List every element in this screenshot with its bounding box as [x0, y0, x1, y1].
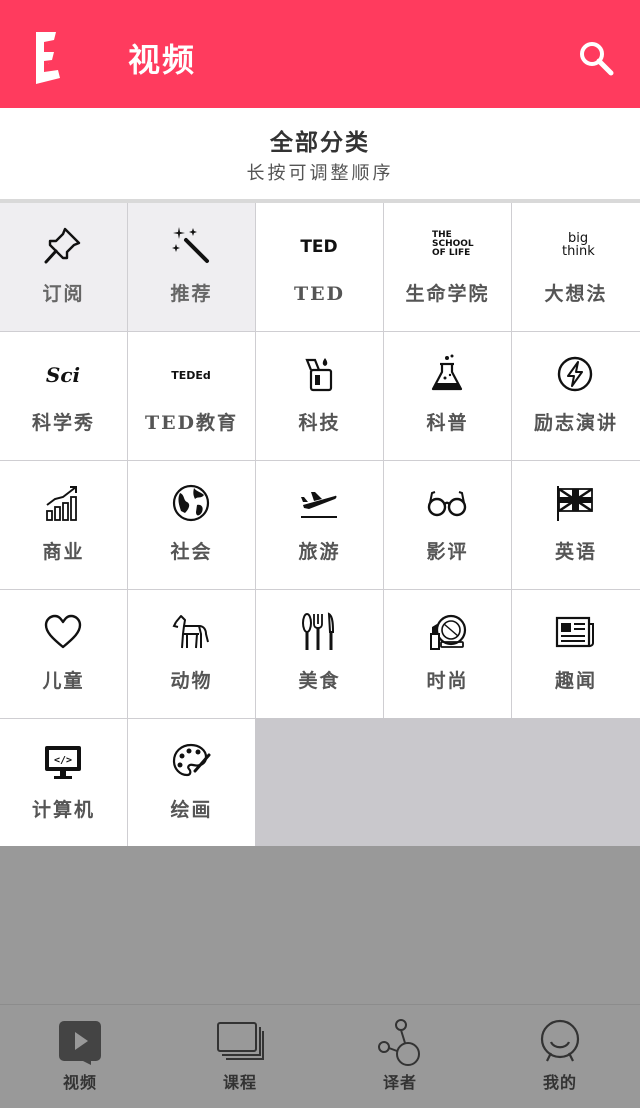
- translator-network-icon: [375, 1017, 425, 1067]
- category-label: 科学秀: [31, 412, 95, 434]
- lighter-icon: [299, 354, 339, 394]
- category-painting[interactable]: 绘画: [128, 719, 255, 847]
- category-ted-ed[interactable]: TEDEd TED教育: [128, 332, 255, 460]
- search-icon: [580, 42, 614, 76]
- video-icon: [55, 1017, 105, 1067]
- tab-video[interactable]: 视频: [0, 1017, 160, 1107]
- code-symbol-text: </>: [54, 755, 72, 766]
- tab-translators[interactable]: 译者: [320, 1017, 480, 1107]
- logo-text-line: think: [562, 244, 595, 259]
- category-ted[interactable]: TED TED: [256, 203, 383, 331]
- logo-text-line: OF LIFE: [432, 248, 470, 258]
- sci-logo-icon: Sci: [43, 354, 83, 394]
- page-title: 视频: [128, 41, 197, 79]
- newspaper-icon: [555, 612, 595, 652]
- glasses-icon: [427, 483, 467, 523]
- category-tech[interactable]: 科技: [256, 332, 383, 460]
- category-motivational[interactable]: 励志演讲: [512, 332, 640, 460]
- course-stack-icon: [215, 1017, 265, 1067]
- category-label: 美食: [298, 670, 341, 692]
- category-business[interactable]: 商业: [0, 461, 127, 589]
- makeup-icon: [427, 612, 467, 652]
- cutlery-icon: [299, 612, 339, 652]
- category-recommend[interactable]: 推荐: [128, 203, 255, 331]
- tab-label: 译者: [382, 1073, 417, 1092]
- category-label: TED教育: [144, 412, 239, 434]
- category-label: 儿童: [42, 670, 85, 692]
- category-animals[interactable]: 动物: [128, 590, 255, 718]
- lightning-icon: [555, 354, 595, 394]
- category-subscribe[interactable]: 订阅: [0, 203, 127, 331]
- category-society[interactable]: 社会: [128, 461, 255, 589]
- sci-logo-text: Sci: [46, 363, 80, 387]
- category-film-review[interactable]: 影评: [384, 461, 511, 589]
- category-label: 科普: [426, 412, 469, 434]
- pushpin-icon: [43, 225, 83, 265]
- category-fashion[interactable]: 时尚: [384, 590, 511, 718]
- tab-label: 课程: [222, 1073, 257, 1092]
- category-label: 绘画: [170, 799, 213, 821]
- category-label: 影评: [426, 541, 469, 563]
- globe-icon: [171, 483, 211, 523]
- ted-logo-icon: TED: [286, 225, 352, 265]
- category-label: 励志演讲: [533, 412, 618, 434]
- tab-label: 视频: [62, 1073, 97, 1092]
- computer-code-icon: </>: [43, 741, 83, 781]
- growth-chart-icon: [43, 483, 83, 523]
- category-section-header: 全部分类 长按可调整顺序: [0, 108, 640, 202]
- ted-logo-text: TED: [300, 237, 337, 257]
- teded-logo-text: TEDEd: [171, 369, 211, 382]
- palette-icon: [171, 741, 211, 781]
- category-children[interactable]: 儿童: [0, 590, 127, 718]
- section-title: 全部分类: [270, 129, 370, 156]
- magic-wand-icon: [171, 225, 211, 265]
- category-food[interactable]: 美食: [256, 590, 383, 718]
- category-fun-news[interactable]: 趣闻: [512, 590, 640, 718]
- horse-icon: [171, 612, 211, 652]
- section-subtitle: 长按可调整顺序: [246, 163, 394, 184]
- empty-grid-area: [255, 718, 640, 846]
- tab-profile[interactable]: 我的: [480, 1017, 640, 1107]
- category-label: 商业: [42, 541, 85, 563]
- category-label: 动物: [170, 670, 213, 692]
- airplane-icon: [299, 483, 339, 523]
- school-of-life-logo-icon: THE SCHOOL OF LIFE: [414, 225, 480, 265]
- app-logo: E: [30, 30, 66, 86]
- tab-courses[interactable]: 课程: [160, 1017, 320, 1107]
- search-button[interactable]: [576, 38, 616, 78]
- app-header: E 视频: [0, 0, 640, 108]
- category-label: 旅游: [298, 541, 341, 563]
- category-english[interactable]: 英语: [512, 461, 640, 589]
- category-label: 订阅: [42, 283, 85, 305]
- category-popular-science[interactable]: 科普: [384, 332, 511, 460]
- category-label: 时尚: [426, 670, 469, 692]
- backdrop-overlay[interactable]: [0, 846, 640, 1004]
- uk-flag-icon: [555, 483, 595, 523]
- profile-face-icon: [535, 1017, 585, 1067]
- category-label: 科技: [298, 412, 341, 434]
- category-label: 生命学院: [405, 283, 490, 305]
- heart-icon: [43, 612, 83, 652]
- big-think-logo-icon: big think: [542, 225, 608, 265]
- category-label: 推荐: [170, 283, 213, 305]
- category-label: TED: [293, 283, 346, 305]
- category-travel[interactable]: 旅游: [256, 461, 383, 589]
- category-grid: 订阅 推荐 TED TED THE SCHOOL OF LIFE 生命学院 bi…: [0, 203, 640, 847]
- category-label: 计算机: [31, 799, 95, 821]
- category-sci-show[interactable]: Sci 科学秀: [0, 332, 127, 460]
- teded-logo-icon: TEDEd: [156, 354, 226, 394]
- flask-icon: [427, 354, 467, 394]
- category-school-of-life[interactable]: THE SCHOOL OF LIFE 生命学院: [384, 203, 511, 331]
- bottom-tab-bar: 视频 课程 译者 我的: [0, 1004, 640, 1108]
- tab-label: 我的: [542, 1073, 577, 1092]
- category-label: 社会: [170, 541, 213, 563]
- category-label: 趣闻: [554, 670, 597, 692]
- logo-letter: E: [48, 63, 49, 65]
- category-computer[interactable]: </> 计算机: [0, 719, 127, 847]
- category-label: 大想法: [544, 283, 608, 305]
- category-big-think[interactable]: big think 大想法: [512, 203, 640, 331]
- category-label: 英语: [554, 541, 597, 563]
